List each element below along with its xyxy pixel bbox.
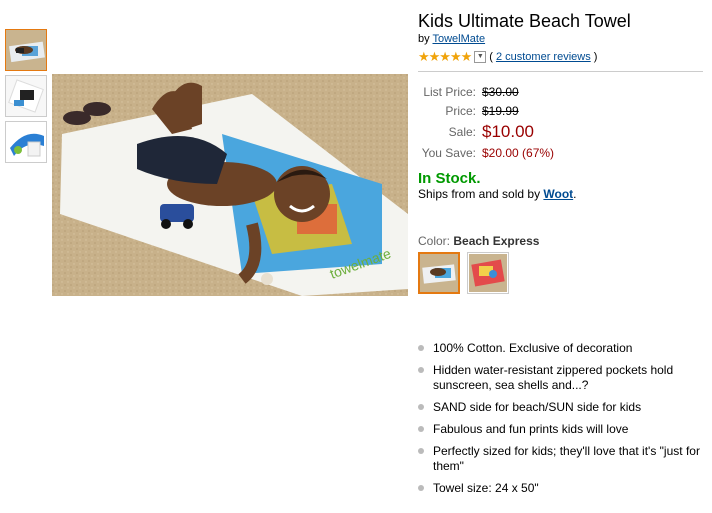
- list-item: Towel size: 24 x 50": [418, 481, 708, 496]
- thumbnail-2[interactable]: [5, 75, 47, 117]
- main-image-graphic: towelmate: [52, 74, 408, 296]
- list-item: SAND side for beach/SUN side for kids: [418, 400, 708, 415]
- byline: by TowelMate: [418, 33, 708, 45]
- brand-link[interactable]: TowelMate: [432, 33, 485, 45]
- price-value: $19.99: [482, 103, 519, 118]
- list-item: Hidden water-resistant zippered pockets …: [418, 363, 708, 393]
- byline-prefix: by: [418, 33, 430, 45]
- ships-from: Ships from and sold by Woot.: [418, 187, 708, 201]
- color-swatches: [418, 252, 708, 294]
- reviews-open-paren: (: [489, 51, 493, 63]
- bullet-icon: [418, 345, 424, 351]
- bullet-text: 100% Cotton. Exclusive of decoration: [433, 341, 633, 355]
- list-item: Perfectly sized for kids; they'll love t…: [418, 444, 708, 474]
- bullet-text: Fabulous and fun prints kids will love: [433, 422, 629, 436]
- chevron-down-icon[interactable]: ▼: [474, 51, 487, 63]
- price-block: List Price: $30.00 Price: $19.99 Sale: $…: [418, 82, 708, 162]
- savings-value: $20.00 (67%): [482, 145, 555, 160]
- color-value: Beach Express: [453, 234, 540, 248]
- savings-row: You Save: $20.00 (67%): [418, 143, 708, 162]
- rating-row: ★★★★★ ▼ (2 customer reviews): [418, 50, 708, 63]
- list-price-row: List Price: $30.00: [418, 82, 708, 101]
- list-price-value: $30.00: [482, 84, 519, 99]
- sale-price-label: Sale:: [448, 124, 476, 139]
- thumbnail-strip: [5, 29, 47, 167]
- price-row: Price: $19.99: [418, 101, 708, 120]
- bullet-icon: [418, 367, 424, 373]
- product-title: Kids Ultimate Beach Towel: [418, 11, 631, 31]
- thumbnail-3-image: [6, 122, 46, 162]
- ships-suffix: .: [573, 187, 577, 201]
- bullet-text: Hidden water-resistant zippered pockets …: [433, 363, 674, 392]
- bullet-icon: [418, 426, 424, 432]
- price-label: Price:: [445, 103, 476, 118]
- list-item: 100% Cotton. Exclusive of decoration: [418, 341, 708, 356]
- savings-label: You Save:: [421, 145, 476, 160]
- list-item: Fabulous and fun prints kids will love: [418, 422, 708, 437]
- bullet-icon: [418, 404, 424, 410]
- sale-price-value: $10.00: [482, 121, 534, 141]
- star-rating[interactable]: ★★★★★: [418, 50, 472, 63]
- product-details: Kids Ultimate Beach Towel by TowelMate ★…: [418, 10, 708, 294]
- swatch-alternate-image: [469, 254, 507, 292]
- bullet-icon: [418, 485, 424, 491]
- reviews-close-paren: ): [593, 51, 598, 63]
- swatch-beach-express-image: [420, 254, 458, 292]
- bullet-text: SAND side for beach/SUN side for kids: [433, 400, 642, 414]
- thumbnail-1[interactable]: [5, 29, 47, 71]
- feature-bullets: 100% Cotton. Exclusive of decoration Hid…: [418, 341, 708, 503]
- main-product-image[interactable]: towelmate: [52, 74, 408, 296]
- bullet-text: Perfectly sized for kids; they'll love t…: [433, 444, 700, 473]
- bullet-icon: [418, 448, 424, 454]
- divider: [418, 71, 703, 72]
- customer-reviews-link[interactable]: 2 customer reviews: [496, 51, 591, 63]
- sale-price-row: Sale: $10.00: [418, 120, 708, 143]
- swatch-beach-express[interactable]: [418, 252, 460, 294]
- swatch-alternate[interactable]: [467, 252, 509, 294]
- seller-link[interactable]: Woot: [543, 187, 573, 201]
- list-price-label: List Price:: [423, 84, 476, 99]
- thumbnail-2-image: [6, 76, 46, 116]
- bullet-text: Towel size: 24 x 50": [433, 481, 539, 495]
- color-label: Color:: [418, 234, 451, 248]
- stock-status: In Stock.: [418, 170, 481, 187]
- thumbnail-1-image: [6, 30, 46, 70]
- color-selector: Color: Beach Express: [418, 234, 708, 248]
- thumbnail-3[interactable]: [5, 121, 47, 163]
- ships-prefix: Ships from and sold by: [418, 187, 541, 201]
